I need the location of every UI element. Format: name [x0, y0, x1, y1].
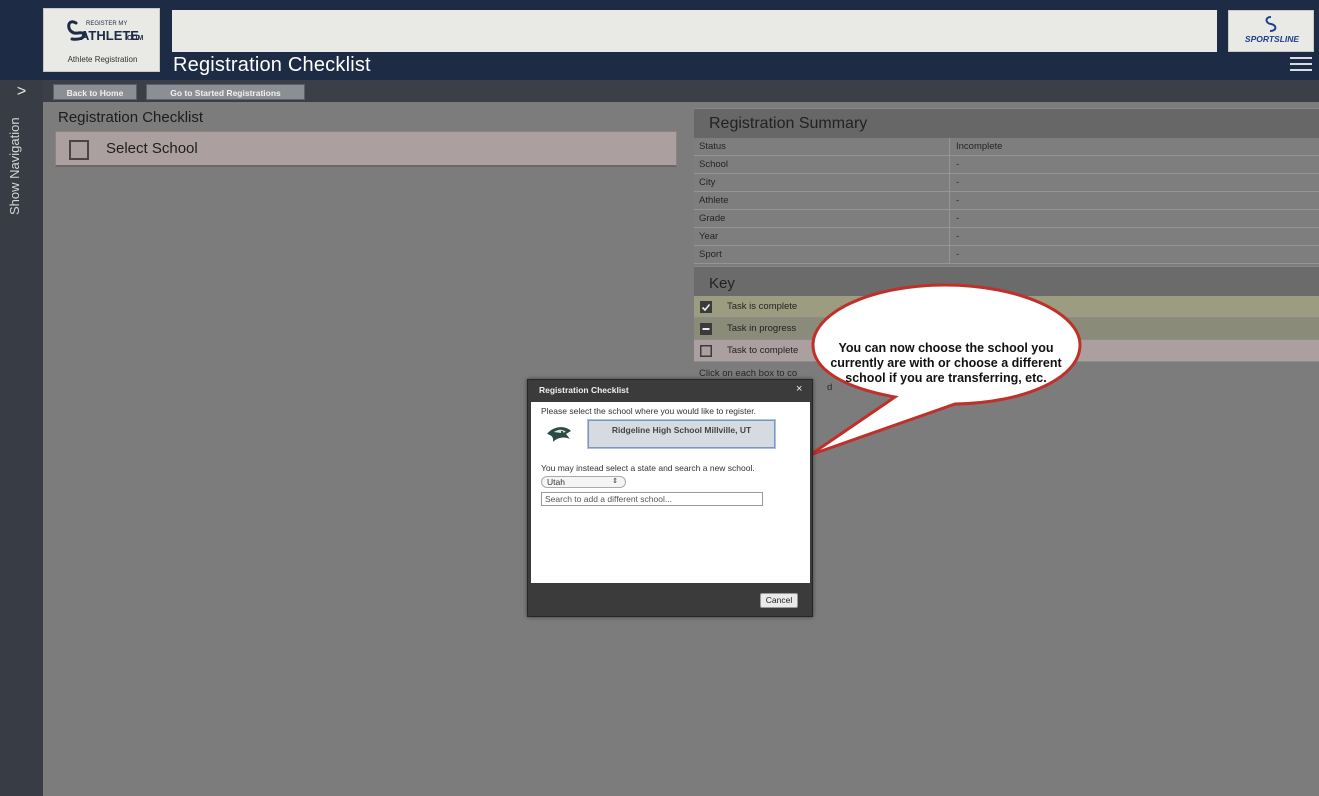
navigation-rail: > Show Navigation: [0, 80, 43, 796]
checklist-item-label: Select School: [106, 140, 198, 157]
checklist-title: Registration Checklist: [58, 109, 204, 126]
checkbox-partial-icon: [700, 323, 712, 335]
cancel-button[interactable]: Cancel: [760, 593, 798, 608]
school-search-input[interactable]: Search to add a different school...: [541, 492, 763, 506]
back-to-home-button[interactable]: Back to Home: [53, 84, 137, 100]
sportsline-logo-icon: SPORTSLINE: [1245, 16, 1299, 44]
header-banner: [172, 10, 1217, 52]
summary-header: Registration Summary: [694, 108, 1319, 138]
page-title: Registration Checklist: [173, 54, 371, 76]
summary-row-status: Status Incomplete: [694, 138, 1319, 156]
select-school-dialog: Registration Checklist × Please select t…: [527, 379, 813, 617]
close-icon[interactable]: ×: [796, 383, 802, 395]
checkbox-empty-icon: [700, 345, 712, 357]
checkbox-icon: [69, 140, 89, 160]
started-registrations-button[interactable]: Go to Started Registrations: [146, 84, 305, 100]
summary-title: Registration Summary: [709, 115, 868, 132]
key-title: Key: [709, 275, 735, 292]
summary-row-school: School -: [694, 156, 1319, 174]
school-mascot-icon: [547, 427, 571, 442]
app-header: REGISTER MY ATHLETE .COM Athlete Registr…: [0, 0, 1319, 80]
logo-mark-icon: REGISTER MY ATHLETE .COM: [67, 20, 143, 43]
chevron-right-icon[interactable]: >: [0, 82, 43, 102]
logo-subtitle: Athlete Registration: [67, 55, 138, 64]
dialog-instruction: Please select the school where you would…: [541, 406, 756, 416]
summary-row-city: City -: [694, 174, 1319, 192]
svg-text:REGISTER MY: REGISTER MY: [86, 21, 127, 27]
registration-summary-panel: Registration Summary Status Incomplete Sc…: [694, 108, 1319, 264]
checklist-item-select-school[interactable]: Select School: [55, 131, 677, 167]
dialog-alt-instruction: You may instead select a state and searc…: [541, 463, 755, 473]
dialog-title: Registration Checklist: [539, 385, 629, 395]
summary-row-grade: Grade -: [694, 210, 1319, 228]
state-select[interactable]: Utah ⇕: [541, 476, 626, 488]
callout-text: You can now choose the school you curren…: [830, 341, 1062, 385]
svg-text:SPORTSLINE: SPORTSLINE: [1245, 34, 1299, 44]
action-bar: Back to Home Go to Started Registrations: [43, 80, 1319, 102]
registermyathlete-logo[interactable]: REGISTER MY ATHLETE .COM Athlete Registr…: [43, 8, 160, 72]
sportsline-logo[interactable]: SPORTSLINE: [1228, 10, 1314, 52]
summary-row-athlete: Athlete -: [694, 192, 1319, 210]
svg-text:.COM: .COM: [125, 35, 143, 42]
show-navigation-toggle[interactable]: Show Navigation: [7, 117, 22, 215]
school-option-button[interactable]: Ridgeline High School Millville, UT: [588, 420, 775, 448]
summary-row-sport: Sport -: [694, 246, 1319, 264]
state-select-value: Utah: [547, 477, 565, 487]
select-arrows-icon: ⇕: [612, 478, 618, 485]
dialog-body: Please select the school where you would…: [531, 402, 810, 583]
summary-row-year: Year -: [694, 228, 1319, 246]
checkbox-checked-icon: [700, 301, 712, 313]
hamburger-menu-icon[interactable]: [1290, 57, 1312, 73]
